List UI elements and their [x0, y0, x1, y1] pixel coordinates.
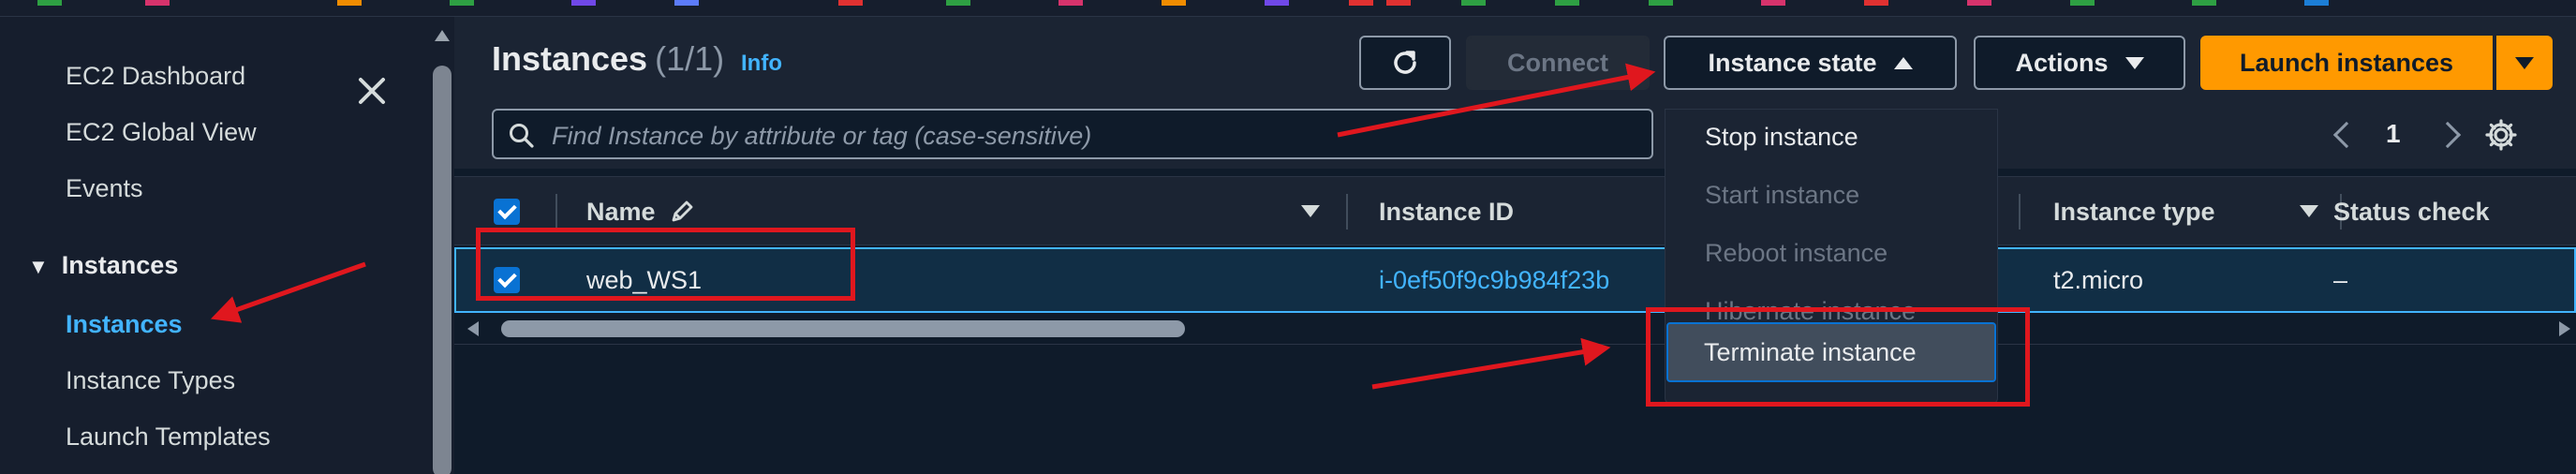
scroll-right-arrow-icon[interactable]	[2559, 321, 2570, 336]
column-header-instance-id[interactable]: Instance ID	[1379, 198, 1514, 227]
browser-bookmark-strip	[0, 0, 2576, 17]
sidebar-section-instances[interactable]: ▼ Instances	[28, 251, 178, 280]
column-divider	[2019, 194, 2021, 230]
cell-instance-id-link[interactable]: i-0ef50f9c9b984f23b	[1379, 266, 1609, 295]
column-header-status-check[interactable]: Status check	[2333, 198, 2490, 227]
filter-icon[interactable]	[1301, 205, 1320, 217]
refresh-icon	[1394, 51, 1416, 74]
bookmark-favicon[interactable]	[1864, 0, 1888, 6]
search-placeholder: Find Instance by attribute or tag (case-…	[552, 122, 1092, 150]
bookmark-favicon[interactable]	[2070, 0, 2095, 6]
scroll-left-arrow-icon[interactable]	[467, 321, 479, 336]
edit-pencil-icon	[672, 200, 693, 222]
bookmark-favicon[interactable]	[1555, 0, 1579, 6]
column-divider	[1346, 194, 1348, 230]
sidebar-item-instance-types[interactable]: Instance Types	[66, 366, 235, 395]
ec2-console-screen: EC2 Dashboard EC2 Global View Events ▼ In…	[0, 0, 2576, 474]
menu-item-start-instance: Start instance	[1705, 181, 1860, 209]
search-input[interactable]: Find Instance by attribute or tag (case-…	[492, 109, 1653, 159]
bookmark-favicon[interactable]	[145, 0, 170, 6]
bookmark-favicon[interactable]	[2192, 0, 2216, 6]
bookmark-favicon[interactable]	[37, 0, 62, 6]
filter-icon[interactable]	[2300, 205, 2318, 217]
sidebar-section-label: Instances	[61, 251, 179, 279]
actions-label: Actions	[2015, 48, 2109, 77]
cell-status-check: –	[2333, 266, 2348, 294]
gear-icon[interactable]	[2482, 116, 2520, 154]
scrollbar-thumb[interactable]	[501, 320, 1185, 337]
connect-button[interactable]: Connect	[1466, 36, 1650, 90]
select-all-checkbox[interactable]	[494, 199, 520, 225]
bookmark-favicon[interactable]	[450, 0, 474, 6]
launch-instances-button[interactable]: Launch instances	[2200, 36, 2493, 90]
search-icon	[510, 124, 534, 148]
current-page[interactable]: 1	[2386, 109, 2401, 159]
caret-down-icon: ▼	[28, 255, 49, 278]
bookmark-favicon[interactable]	[838, 0, 863, 6]
actions-button[interactable]: Actions	[1974, 36, 2185, 90]
instances-header: Instances (1/1) Info Connect Instance sta…	[454, 17, 2576, 169]
sidebar-item-launch-templates[interactable]: Launch Templates	[66, 422, 271, 452]
menu-item-stop-instance[interactable]: Stop instance	[1705, 123, 1858, 152]
sidebar-item-ec2-dashboard[interactable]: EC2 Dashboard	[66, 62, 245, 91]
cell-instance-type: t2.micro	[2053, 266, 2144, 294]
chevron-right-icon[interactable]	[2434, 121, 2462, 149]
column-name-label: Name	[586, 198, 656, 226]
info-link[interactable]: Info	[741, 51, 782, 77]
bookmark-favicon[interactable]	[1461, 0, 1486, 6]
sidebar: EC2 Dashboard EC2 Global View Events ▼ In…	[0, 17, 454, 474]
bookmark-favicon[interactable]	[1967, 0, 1991, 6]
close-icon[interactable]	[354, 73, 390, 109]
column-header-instance-type[interactable]: Instance type	[2053, 198, 2215, 227]
bookmark-favicon[interactable]	[2304, 0, 2329, 6]
menu-item-reboot-instance: Reboot instance	[1705, 239, 1888, 267]
launch-options-button[interactable]	[2496, 36, 2553, 90]
bookmark-favicon[interactable]	[946, 0, 970, 6]
sidebar-scrollbar[interactable]	[431, 17, 453, 474]
bookmark-favicon[interactable]	[1761, 0, 1785, 6]
refresh-button[interactable]	[1359, 36, 1451, 90]
bookmark-favicon[interactable]	[571, 0, 596, 6]
scrollbar-thumb[interactable]	[433, 66, 452, 474]
selection-count: (1/1)	[655, 39, 725, 78]
column-header-name[interactable]: Name	[586, 198, 696, 227]
instance-state-button[interactable]: Instance state	[1664, 36, 1957, 90]
column-divider	[555, 194, 557, 230]
bookmark-favicon[interactable]	[1386, 0, 1411, 6]
table-horizontal-scrollbar[interactable]	[454, 313, 2576, 345]
annotation-box-terminate	[1646, 307, 2030, 407]
bookmark-favicon[interactable]	[1059, 0, 1083, 6]
bookmark-favicon[interactable]	[1349, 0, 1373, 6]
page-title-text: Instances	[492, 39, 648, 78]
sidebar-item-events[interactable]: Events	[66, 174, 143, 203]
bookmark-favicon[interactable]	[337, 0, 362, 6]
chevron-left-icon[interactable]	[2332, 121, 2361, 149]
caret-down-icon	[2515, 56, 2534, 69]
instance-state-label: Instance state	[1708, 48, 1877, 77]
page-title: Instances (1/1)	[492, 39, 724, 79]
sidebar-item-instances[interactable]: Instances	[66, 310, 183, 339]
bookmark-favicon[interactable]	[1162, 0, 1186, 6]
scroll-up-arrow-icon[interactable]	[435, 30, 450, 41]
annotation-box-instance-row	[476, 228, 855, 301]
caret-up-icon	[1893, 56, 1913, 69]
bookmark-favicon[interactable]	[1649, 0, 1673, 6]
bookmark-favicon[interactable]	[674, 0, 699, 6]
sidebar-item-ec2-global-view[interactable]: EC2 Global View	[66, 118, 257, 147]
caret-down-icon	[2124, 56, 2144, 69]
bookmark-favicon[interactable]	[1265, 0, 1289, 6]
